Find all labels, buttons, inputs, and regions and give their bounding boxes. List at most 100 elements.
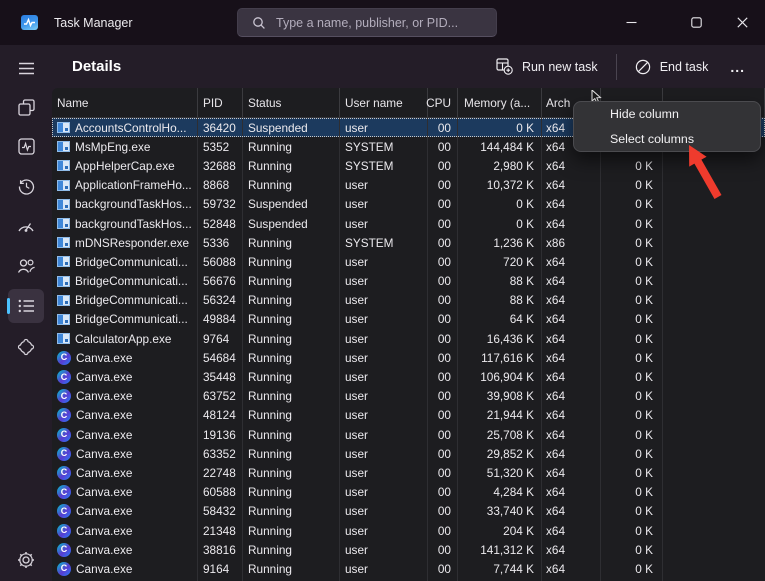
table-row[interactable]: ApplicationFrameHo...8868Runninguser0010… xyxy=(52,176,765,195)
cell-pid: 22748 xyxy=(198,463,243,482)
table-row[interactable]: BridgeCommunicati...49884Runninguser0064… xyxy=(52,310,765,329)
cell-cpu: 00 xyxy=(428,291,458,310)
cell-pid: 56676 xyxy=(198,272,243,291)
search-input[interactable]: Type a name, publisher, or PID... xyxy=(237,8,497,37)
sidebar-item-users[interactable] xyxy=(8,249,44,283)
cell-filler xyxy=(663,348,765,367)
menu-item-hide-column[interactable]: Hide column xyxy=(574,102,760,127)
sidebar-item-details[interactable] xyxy=(8,289,44,323)
sidebar-item-settings[interactable] xyxy=(8,543,44,577)
cell-pid: 5336 xyxy=(198,233,243,252)
column-header-status[interactable]: Status xyxy=(243,88,340,117)
cell-arch: x64 xyxy=(542,272,601,291)
cell-col8: 0 K xyxy=(601,252,663,271)
column-header-pid[interactable]: PID xyxy=(198,88,243,117)
cell-arch: x64 xyxy=(542,214,601,233)
menu-item-select-columns[interactable]: Select columns xyxy=(574,127,760,152)
process-name: BridgeCommunicati... xyxy=(75,293,188,307)
table-row[interactable]: mDNSResponder.exe5336RunningSYSTEM001,23… xyxy=(52,233,765,252)
toolbar-divider xyxy=(616,54,617,80)
windows-app-icon xyxy=(57,122,70,133)
process-name: Canva.exe xyxy=(76,408,132,422)
sidebar-item-services[interactable] xyxy=(8,330,44,364)
cell-cpu: 00 xyxy=(428,329,458,348)
cell-user: user xyxy=(340,425,428,444)
table-row[interactable]: CCanva.exe19136Runninguser0025,708 Kx640… xyxy=(52,425,765,444)
minimize-button[interactable] xyxy=(608,0,654,45)
table-row[interactable]: CCanva.exe9164Runninguser007,744 Kx640 K xyxy=(52,559,765,578)
canva-app-icon: C xyxy=(57,447,71,461)
cell-filler xyxy=(663,483,765,502)
cell-filler xyxy=(663,559,765,578)
cell-col8: 0 K xyxy=(601,521,663,540)
canva-app-icon: C xyxy=(57,389,71,403)
windows-app-icon xyxy=(57,276,70,287)
cell-filler xyxy=(663,387,765,406)
process-name: mDNSResponder.exe xyxy=(75,236,189,250)
cell-user: user xyxy=(340,195,428,214)
table-row[interactable]: BridgeCommunicati...56676Runninguser0088… xyxy=(52,272,765,291)
table-row[interactable]: backgroundTaskHos...52848Suspendeduser00… xyxy=(52,214,765,233)
table-row[interactable]: CCanva.exe54684Runninguser00117,616 Kx64… xyxy=(52,348,765,367)
cell-name: CCanva.exe xyxy=(52,502,198,521)
cell-filler xyxy=(663,425,765,444)
cell-pid: 52848 xyxy=(198,214,243,233)
run-new-task-button[interactable]: Run new task xyxy=(484,52,610,81)
sidebar xyxy=(0,45,52,581)
gear-icon xyxy=(17,551,35,569)
column-header-mem[interactable]: Memory (a... xyxy=(458,88,542,117)
cell-arch: x64 xyxy=(542,176,601,195)
table-row[interactable]: CCanva.exe38816Runninguser00141,312 Kx64… xyxy=(52,540,765,559)
table-row[interactable]: AppHelperCap.exe32688RunningSYSTEM002,98… xyxy=(52,156,765,175)
cell-col8: 0 K xyxy=(601,406,663,425)
table-row[interactable]: CCanva.exe63352Runninguser0029,852 Kx640… xyxy=(52,444,765,463)
sidebar-item-app-history[interactable] xyxy=(8,169,44,203)
end-task-button[interactable]: End task xyxy=(623,53,721,81)
table-row[interactable]: CCanva.exe48124Runninguser0021,944 Kx640… xyxy=(52,406,765,425)
cell-filler xyxy=(663,252,765,271)
sidebar-item-processes[interactable] xyxy=(8,90,44,124)
table-row[interactable]: BridgeCommunicati...56088Runninguser0072… xyxy=(52,252,765,271)
table-row[interactable]: CCanva.exe58432Runninguser0033,740 Kx640… xyxy=(52,502,765,521)
cell-pid: 49884 xyxy=(198,310,243,329)
cell-mem: 720 K xyxy=(458,252,542,271)
cell-col8: 0 K xyxy=(601,176,663,195)
column-header-name[interactable]: Name xyxy=(52,88,198,117)
table-row[interactable]: CCanva.exe35448Runninguser00106,904 Kx64… xyxy=(52,367,765,386)
cell-filler xyxy=(663,463,765,482)
sidebar-item-performance[interactable] xyxy=(8,129,44,163)
run-new-task-icon xyxy=(496,58,513,75)
table-row[interactable]: CCanva.exe22748Runninguser0051,320 Kx640… xyxy=(52,463,765,482)
cell-mem: 141,312 K xyxy=(458,540,542,559)
table-row[interactable]: CCanva.exe21348Runninguser00204 Kx640 K xyxy=(52,521,765,540)
cell-status: Suspended xyxy=(243,118,340,137)
cell-user: user xyxy=(340,444,428,463)
close-button[interactable] xyxy=(719,0,765,45)
column-header-user[interactable]: User name xyxy=(340,88,428,117)
sidebar-item-startup-apps[interactable] xyxy=(8,209,44,243)
cell-arch: x64 xyxy=(542,348,601,367)
maximize-button[interactable] xyxy=(673,0,719,45)
cell-mem: 117,616 K xyxy=(458,348,542,367)
sidebar-menu-button[interactable] xyxy=(8,51,44,85)
table-row[interactable]: BridgeCommunicati...56324Runninguser0088… xyxy=(52,291,765,310)
more-options-button[interactable]: ... xyxy=(720,55,755,79)
cell-user: user xyxy=(340,348,428,367)
cell-arch: x64 xyxy=(542,483,601,502)
cell-mem: 39,908 K xyxy=(458,387,542,406)
table-row[interactable]: CalculatorApp.exe9764Runninguser0016,436… xyxy=(52,329,765,348)
cell-col8: 0 K xyxy=(601,483,663,502)
cell-mem: 16,436 K xyxy=(458,329,542,348)
table-row[interactable]: CCanva.exe60588Runninguser004,284 Kx640 … xyxy=(52,483,765,502)
cell-arch: x64 xyxy=(542,310,601,329)
cell-filler xyxy=(663,521,765,540)
cell-status: Running xyxy=(243,559,340,578)
table-row[interactable]: backgroundTaskHos...59732Suspendeduser00… xyxy=(52,195,765,214)
cell-status: Running xyxy=(243,291,340,310)
cell-name: CCanva.exe xyxy=(52,444,198,463)
table-row[interactable]: CCanva.exe63752Runninguser0039,908 Kx640… xyxy=(52,387,765,406)
startup-icon xyxy=(17,219,35,234)
cell-pid: 9764 xyxy=(198,329,243,348)
column-header-cpu[interactable]: CPU xyxy=(428,88,458,117)
cell-name: CCanva.exe xyxy=(52,559,198,578)
